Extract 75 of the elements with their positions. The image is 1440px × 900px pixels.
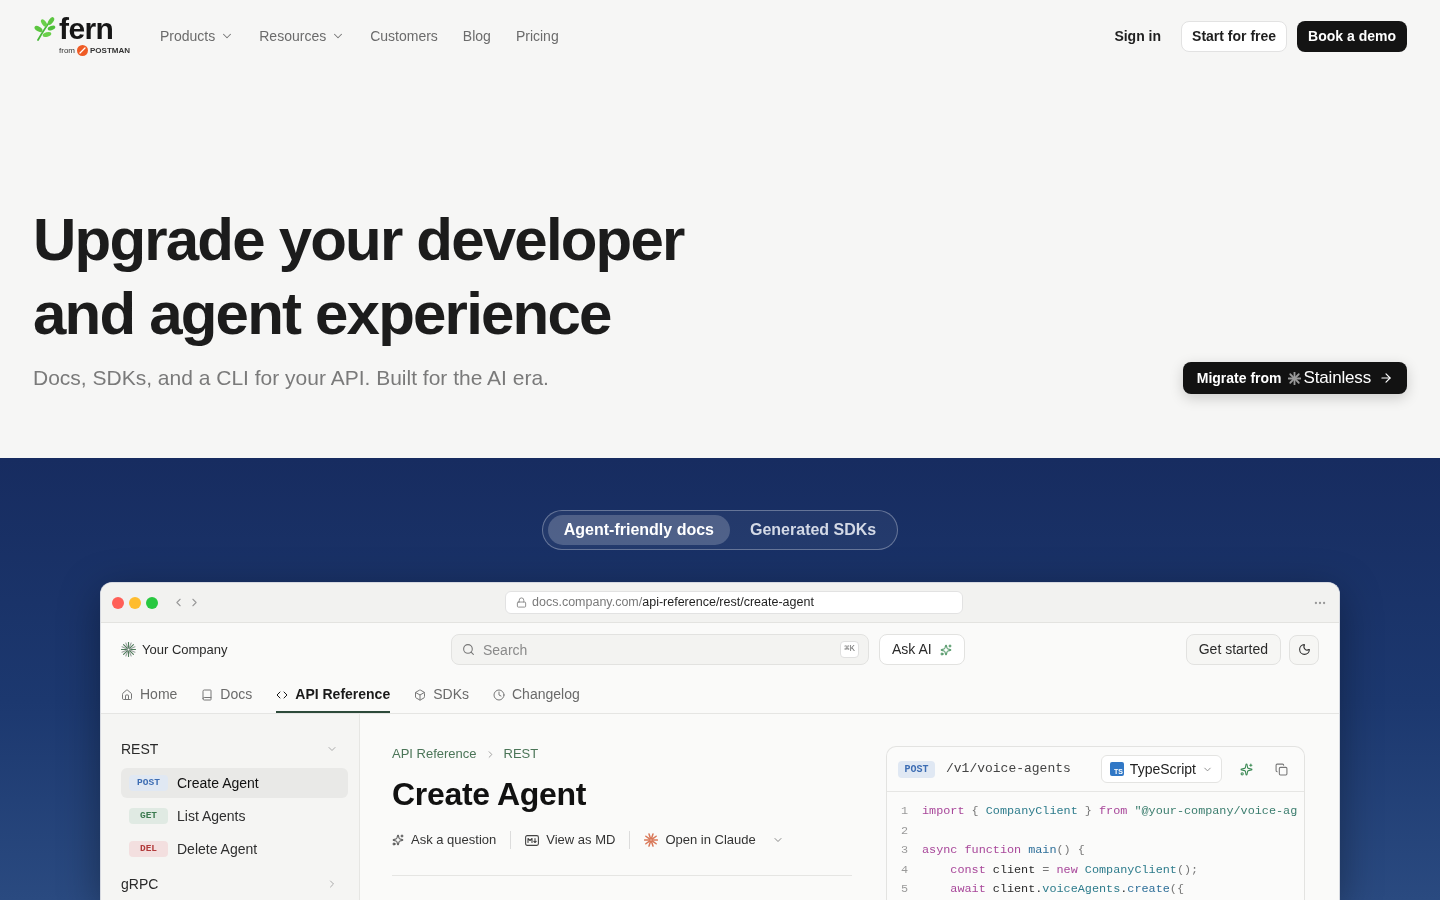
logo-wordmark[interactable]: fern xyxy=(59,16,114,42)
start-free-button[interactable]: Start for free xyxy=(1181,20,1288,52)
company-logo-icon xyxy=(121,642,136,657)
postman-logo-icon xyxy=(77,45,88,56)
line-number: 2 xyxy=(899,822,908,840)
code-line: const client = new CompanyClient(); xyxy=(949,861,1199,879)
page-title: Create Agent xyxy=(392,775,587,814)
ask-question-button[interactable]: Ask a question xyxy=(392,830,497,850)
book-icon xyxy=(201,688,214,701)
sparkle-icon xyxy=(392,834,404,846)
endpoint-label: Create Agent xyxy=(177,773,259,793)
stainless-logo-icon xyxy=(1287,371,1301,385)
shortcut-key: ⌘K xyxy=(840,641,859,658)
lock-icon xyxy=(516,597,527,608)
search-icon xyxy=(462,643,475,656)
breadcrumb-link[interactable]: REST xyxy=(503,744,539,764)
method-badge: GET xyxy=(129,808,168,824)
window-close-icon[interactable] xyxy=(112,596,124,609)
code-line: async function main() { xyxy=(922,842,1085,859)
open-in-claude-button[interactable]: Open in Claude xyxy=(644,830,756,850)
url-text: docs.company.com/api-reference/rest/create-agent xyxy=(532,594,814,612)
sidebar-item[interactable]: DEL Delete Agent xyxy=(121,834,348,864)
code-line: await client.voiceAgents.create({ xyxy=(949,881,1184,898)
docs-tab[interactable]: Changelog xyxy=(493,676,580,713)
endpoint-path: /v1/voice-agents xyxy=(946,760,1071,779)
ask-ai-button[interactable]: Ask AI xyxy=(879,634,965,665)
clock-icon xyxy=(493,688,505,701)
view-markdown-button[interactable]: View as MD xyxy=(525,830,616,850)
hero-subtitle: Docs, SDKs, and a CLI for your API. Built for the AI era. xyxy=(33,365,549,391)
theme-toggle-button[interactable] xyxy=(1289,634,1319,665)
sign-in-link[interactable]: Sign in xyxy=(1114,25,1162,47)
endpoint-label: List Agents xyxy=(177,806,246,826)
claude-logo-icon xyxy=(644,833,659,847)
hero-heading: Upgrade your developer and agent experience xyxy=(33,205,684,349)
home-icon xyxy=(121,688,133,701)
sidebar-section[interactable]: gRPC xyxy=(121,872,348,896)
line-number: 5 xyxy=(899,881,908,898)
breadcrumb-link[interactable]: API Reference xyxy=(392,744,477,764)
leaf-logo-icon xyxy=(33,16,56,41)
nav-link[interactable]: Customers xyxy=(370,25,438,47)
sidebar-item[interactable]: GET List Agents xyxy=(121,801,348,831)
copy-icon[interactable] xyxy=(1275,762,1288,776)
book-demo-button[interactable]: Book a demo xyxy=(1297,20,1407,52)
get-started-button[interactable]: Get started xyxy=(1185,634,1281,665)
markdown-icon xyxy=(525,834,540,846)
sparkle-icon xyxy=(939,643,952,656)
nav-link[interactable]: Resources xyxy=(259,25,346,47)
line-number: 1 xyxy=(899,803,908,820)
view-tab[interactable]: Generated SDKs xyxy=(734,515,893,545)
cube-icon xyxy=(414,688,427,701)
line-number: 3 xyxy=(899,842,908,859)
nav-link[interactable]: Pricing xyxy=(515,25,559,47)
migrate-button[interactable]: Migrate from Stainless xyxy=(1182,362,1407,394)
endpoint-label: Delete Agent xyxy=(177,839,258,859)
site-name[interactable]: Your Company xyxy=(142,639,228,660)
window-maximize-icon[interactable] xyxy=(146,596,158,609)
address-bar[interactable]: docs.company.com/api-reference/rest/create-agent xyxy=(505,591,963,614)
docs-tab[interactable]: Home xyxy=(121,676,178,713)
nav-link[interactable]: Blog xyxy=(462,25,491,47)
view-tab[interactable]: Agent-friendly docs xyxy=(547,515,730,545)
partner-name: POSTMAN xyxy=(90,46,130,55)
window-minimize-icon[interactable] xyxy=(129,596,141,609)
moon-icon xyxy=(1297,643,1311,656)
sidebar-item[interactable]: POST Create Agent xyxy=(121,768,348,798)
docs-tab[interactable]: Docs xyxy=(201,676,253,713)
sidebar-section[interactable]: REST xyxy=(121,737,348,761)
nav-link[interactable]: Products xyxy=(160,25,235,47)
sparkle-icon[interactable] xyxy=(1240,762,1253,776)
docs-tab[interactable]: SDKs xyxy=(414,676,469,713)
logo-byline: from xyxy=(59,46,75,55)
method-badge: POST xyxy=(898,760,935,778)
method-badge: DEL xyxy=(129,841,168,857)
code-line: import { CompanyClient } from "@your-company/voice-ag xyxy=(922,803,1298,820)
line-number: 4 xyxy=(899,861,908,879)
method-badge: POST xyxy=(129,775,168,791)
